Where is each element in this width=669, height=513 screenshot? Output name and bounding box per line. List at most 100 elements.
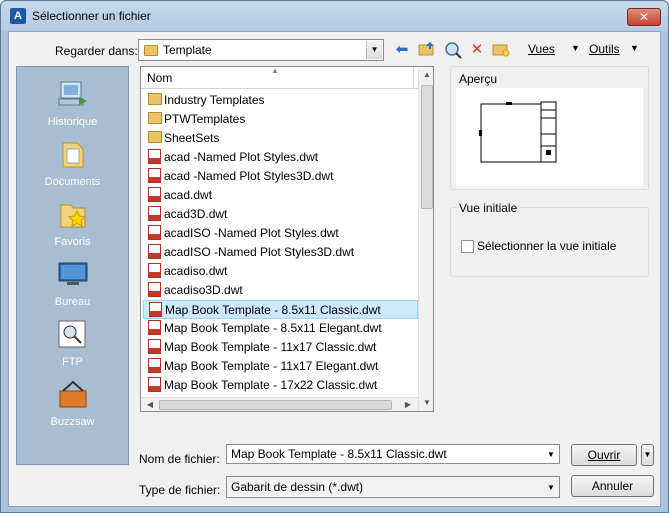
column-separator[interactable] (413, 67, 414, 89)
preview-label: Aperçu (457, 72, 500, 86)
column-header-name[interactable]: Nom (147, 71, 172, 85)
place-label: Historique (47, 116, 98, 128)
file-row[interactable]: acad -Named Plot Styles.dwtGa (143, 148, 433, 167)
file-row[interactable]: Map Book Template - 11x17 Classic.dwtGa (143, 338, 433, 357)
dwt-file-icon (148, 358, 161, 373)
file-row[interactable]: acadISO -Named Plot Styles3D.dwtGa (143, 243, 433, 262)
chevron-down-icon[interactable]: ▼ (547, 483, 555, 492)
select-initial-view-label[interactable]: Sélectionner la vue initiale (477, 239, 616, 253)
hscroll-thumb[interactable] (159, 400, 392, 410)
file-name: Industry Templates (164, 93, 265, 107)
open-button[interactable]: Ouvrir (571, 444, 637, 466)
place-label: Buzzsaw (50, 416, 95, 428)
file-row[interactable]: acadISO -Named Plot Styles.dwtGa (143, 224, 433, 243)
filename-label: Nom de fichier: (139, 452, 220, 466)
cancel-button[interactable]: Annuler (571, 475, 654, 497)
place-favorites[interactable]: Favoris (17, 195, 128, 253)
open-options-button[interactable]: ▼ (641, 444, 654, 466)
file-row[interactable]: SheetSetsDo (143, 129, 433, 148)
delete-icon[interactable]: ✕ (467, 41, 487, 59)
dwt-file-icon (148, 187, 161, 202)
favorites-star-icon (60, 204, 87, 228)
search-web-icon-svg (445, 42, 462, 59)
file-row[interactable]: Map Book Template - 8.5x11 Elegant.dwtGa (143, 319, 433, 338)
new-folder-icon-svg (492, 44, 510, 57)
dwt-file-icon (148, 320, 161, 335)
sort-ascending-icon: ▲ (271, 66, 279, 75)
place-label: Documents (44, 176, 101, 188)
filename-input[interactable]: Map Book Template - 8.5x11 Classic.dwt ▼ (226, 444, 560, 464)
new-folder-icon[interactable] (491, 41, 511, 59)
place-label: FTP (62, 356, 83, 368)
horizontal-scrollbar[interactable]: ◀ ▶ (141, 397, 418, 411)
file-name: PTWTemplates (164, 112, 246, 126)
scroll-up-icon[interactable]: ▲ (419, 67, 433, 83)
tools-label: Outils (589, 42, 620, 56)
dwt-file-icon (148, 206, 161, 221)
file-name: acadiso3D.dwt (164, 283, 243, 297)
views-caret-icon[interactable]: ▼ (571, 43, 580, 53)
place-documents[interactable]: Documents (17, 135, 128, 193)
dwt-file-icon (148, 377, 161, 392)
back-arrow-icon[interactable]: ⬅ (392, 41, 412, 59)
vertical-scrollbar[interactable]: ▲ ▼ (418, 67, 433, 411)
dwt-file-icon (149, 302, 162, 317)
up-folder-icon-svg (418, 42, 434, 56)
file-row[interactable]: acadiso.dwtGa (143, 262, 433, 281)
file-name: acadiso.dwt (164, 264, 228, 278)
autocad-logo-icon: A (10, 8, 26, 24)
file-row[interactable]: acad3D.dwtGa (143, 205, 433, 224)
up-folder-icon[interactable] (417, 41, 437, 59)
file-row[interactable]: acad.dwtGa (143, 186, 433, 205)
views-menu-button[interactable]: Vues (528, 42, 555, 56)
dwt-file-icon (148, 244, 161, 259)
open-button-label: Ouvrir (587, 448, 621, 462)
file-row[interactable]: Map Book Template - 17x22 Classic.dwtGa (143, 376, 433, 395)
filetype-dropdown[interactable]: Gabarit de dessin (*.dwt) ▼ (226, 476, 560, 498)
search-web-icon[interactable] (443, 41, 463, 59)
close-button[interactable]: ✕ (627, 8, 661, 26)
dwt-file-icon (148, 339, 161, 354)
documents-folder-icon (62, 142, 84, 168)
title-bar[interactable]: A Sélectionner un fichier ✕ (1, 1, 668, 31)
ftp-icon (58, 320, 86, 348)
scroll-thumb[interactable] (421, 85, 433, 209)
file-name: acad3D.dwt (164, 207, 228, 221)
place-desktop[interactable]: Bureau (17, 255, 128, 313)
file-list[interactable]: ▲ Nom Ty Industry TemplatesDoPTWTemplate… (140, 66, 434, 412)
scroll-down-icon[interactable]: ▼ (419, 395, 433, 411)
folder-icon (144, 45, 158, 56)
tools-menu-button[interactable]: Outils (589, 42, 620, 56)
file-name: Map Book Template - 8.5x11 Elegant.dwt (164, 321, 382, 335)
file-row[interactable]: PTWTemplatesDo (143, 110, 433, 129)
file-name: SheetSets (164, 131, 220, 145)
file-name: Map Book Template - 11x17 Classic.dwt (164, 340, 377, 354)
dialog-body: Regarder dans: Template ▼ ⬅ ✕ Vues ▼ Out… (8, 31, 661, 507)
folder-icon (148, 93, 162, 105)
place-history[interactable]: Historique (17, 75, 128, 133)
look-in-label: Regarder dans: (55, 44, 138, 58)
file-name: acadISO -Named Plot Styles3D.dwt (164, 245, 355, 259)
file-row[interactable]: acadiso3D.dwtGa (143, 281, 433, 300)
file-row[interactable]: Map Book Template - 8.5x11 Classic.dwtGa (143, 300, 433, 319)
select-initial-view-checkbox[interactable] (461, 240, 474, 253)
chevron-down-icon[interactable]: ▼ (366, 41, 382, 59)
place-ftp[interactable]: FTP (17, 315, 128, 373)
chevron-down-icon[interactable]: ▼ (547, 450, 555, 459)
preview-thumbnail (456, 88, 643, 186)
file-row[interactable]: acad -Named Plot Styles3D.dwtGa (143, 167, 433, 186)
place-buzzsaw[interactable]: Buzzsaw (17, 375, 128, 433)
scroll-left-icon[interactable]: ◀ (143, 398, 157, 411)
dwt-file-icon (148, 149, 161, 164)
file-row[interactable]: Map Book Template - 11x17 Elegant.dwtGa (143, 357, 433, 376)
history-icon (58, 81, 87, 106)
file-name: acad.dwt (164, 188, 213, 202)
file-name: acad -Named Plot Styles.dwt (164, 150, 319, 164)
dwt-file-icon (148, 168, 161, 183)
tools-caret-icon[interactable]: ▼ (630, 43, 639, 53)
desktop-monitor-icon (58, 262, 88, 285)
look-in-dropdown[interactable]: Template ▼ (138, 39, 384, 61)
file-row[interactable]: Industry TemplatesDo (143, 91, 433, 110)
scroll-right-icon[interactable]: ▶ (401, 398, 415, 411)
folder-icon (148, 112, 162, 124)
